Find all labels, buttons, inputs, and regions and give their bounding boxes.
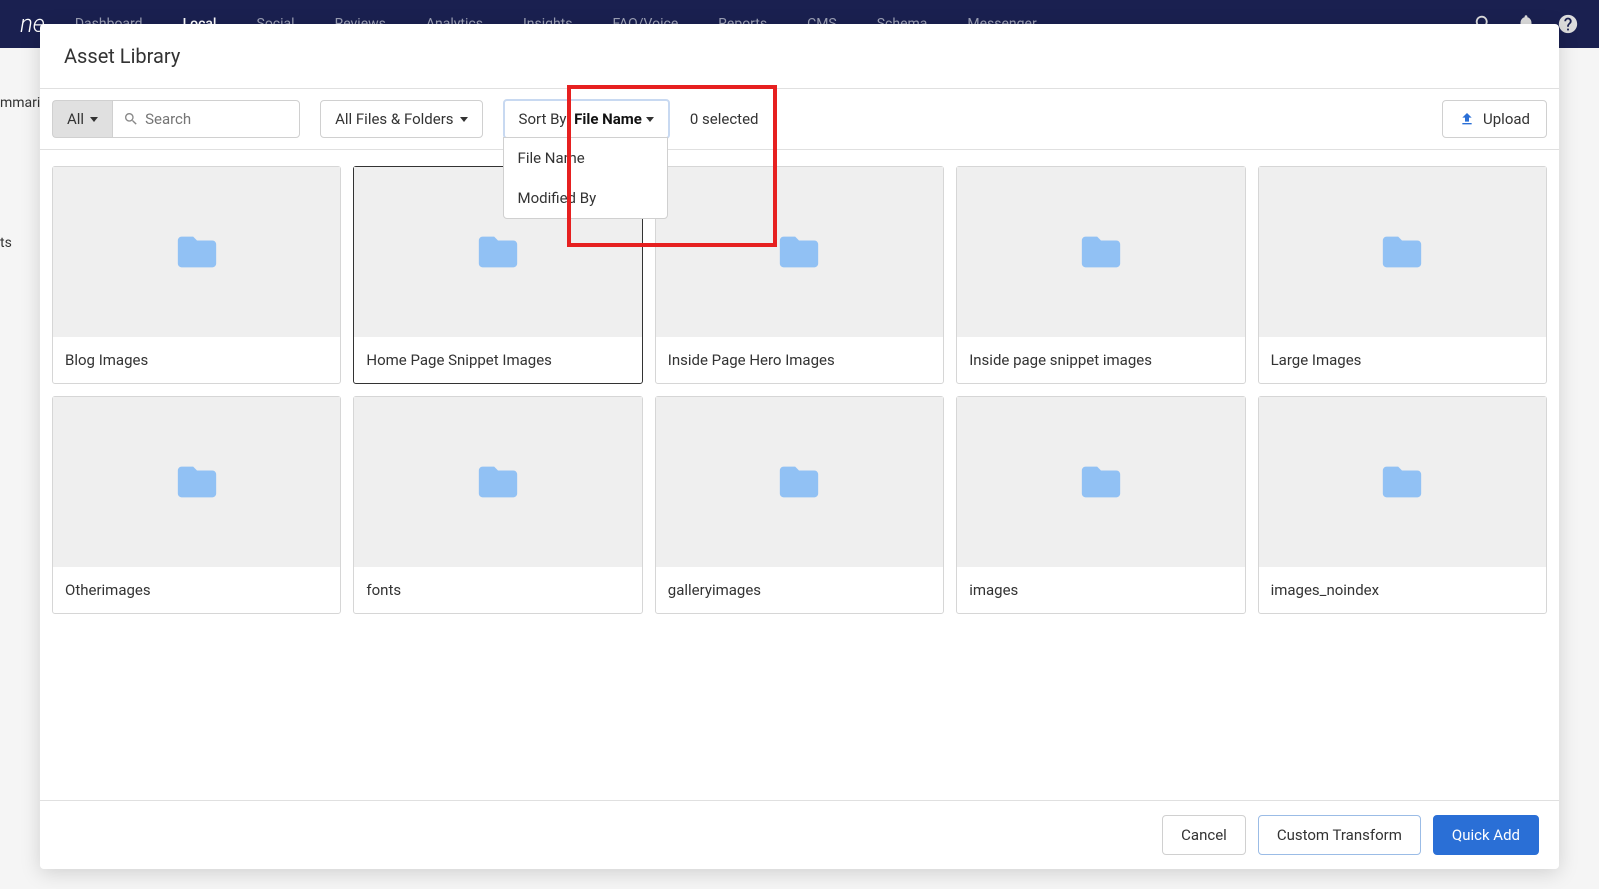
sort-by-button[interactable]: Sort By: File Name File NameModified By [503, 99, 670, 139]
quick-add-button[interactable]: Quick Add [1433, 815, 1539, 855]
folder-card[interactable]: Inside Page Hero Images [655, 166, 944, 384]
sort-dropdown: File NameModified By [503, 137, 668, 219]
folder-preview [1259, 167, 1546, 337]
folder-preview [1259, 397, 1546, 567]
folder-label: Large Images [1259, 337, 1546, 383]
caret-down-icon [646, 117, 654, 122]
folder-label: Home Page Snippet Images [354, 337, 641, 383]
folder-preview [53, 397, 340, 567]
sort-option[interactable]: Modified By [504, 178, 667, 218]
folder-card[interactable]: Large Images [1258, 166, 1547, 384]
sort-value: File Name [574, 110, 642, 128]
modal-footer: Cancel Custom Transform Quick Add [40, 800, 1559, 869]
folder-icon [169, 229, 225, 275]
files-folders-button[interactable]: All Files & Folders [320, 100, 482, 138]
custom-transform-button[interactable]: Custom Transform [1258, 815, 1421, 855]
folder-card[interactable]: Blog Images [52, 166, 341, 384]
folder-card[interactable]: images_noindex [1258, 396, 1547, 614]
content-area: Blog Images Home Page Snippet Images Insid… [40, 150, 1559, 800]
folder-label: Otherimages [53, 567, 340, 613]
folder-label: fonts [354, 567, 641, 613]
folder-label: images_noindex [1259, 567, 1546, 613]
folder-preview [957, 397, 1244, 567]
sort-option[interactable]: File Name [504, 138, 667, 178]
folder-icon [771, 229, 827, 275]
folder-icon [1374, 229, 1430, 275]
selected-count: 0 selected [690, 110, 759, 128]
folder-label: images [957, 567, 1244, 613]
folder-card[interactable]: images [956, 396, 1245, 614]
search-input[interactable] [139, 101, 289, 137]
folder-icon [470, 459, 526, 505]
filter-all-label: All [67, 110, 84, 128]
folder-icon [771, 459, 827, 505]
sort-label: Sort By: [519, 110, 571, 128]
search-box [112, 100, 300, 138]
search-icon [123, 111, 139, 127]
help-icon[interactable] [1557, 13, 1579, 35]
files-folders-label: All Files & Folders [335, 110, 453, 128]
folder-label: galleryimages [656, 567, 943, 613]
folder-icon [1374, 459, 1430, 505]
folder-preview [354, 397, 641, 567]
folder-card[interactable]: Otherimages [52, 396, 341, 614]
filter-group: All [52, 100, 300, 138]
upload-icon [1459, 111, 1475, 127]
folder-label: Inside page snippet images [957, 337, 1244, 383]
cancel-button[interactable]: Cancel [1162, 815, 1246, 855]
folder-label: Blog Images [53, 337, 340, 383]
modal-title: Asset Library [40, 24, 1559, 88]
side-text-1: mmari [0, 95, 40, 111]
folder-preview [656, 167, 943, 337]
folder-icon [1073, 229, 1129, 275]
asset-library-modal: Asset Library All All Files & Folders So… [40, 24, 1559, 869]
folder-label: Inside Page Hero Images [656, 337, 943, 383]
caret-down-icon [90, 117, 98, 122]
folder-card[interactable]: fonts [353, 396, 642, 614]
upload-button[interactable]: Upload [1442, 100, 1547, 138]
upload-label: Upload [1483, 110, 1530, 128]
caret-down-icon [460, 117, 468, 122]
folder-icon [169, 459, 225, 505]
folder-card[interactable]: galleryimages [655, 396, 944, 614]
folder-preview [656, 397, 943, 567]
folder-preview [957, 167, 1244, 337]
toolbar: All All Files & Folders Sort By: File Na… [40, 88, 1559, 150]
folder-icon [1073, 459, 1129, 505]
folder-icon [470, 229, 526, 275]
side-text-2: ts [0, 235, 12, 251]
folder-preview [53, 167, 340, 337]
filter-all-button[interactable]: All [52, 100, 112, 138]
folder-card[interactable]: Inside page snippet images [956, 166, 1245, 384]
folder-grid: Blog Images Home Page Snippet Images Insid… [52, 166, 1547, 614]
